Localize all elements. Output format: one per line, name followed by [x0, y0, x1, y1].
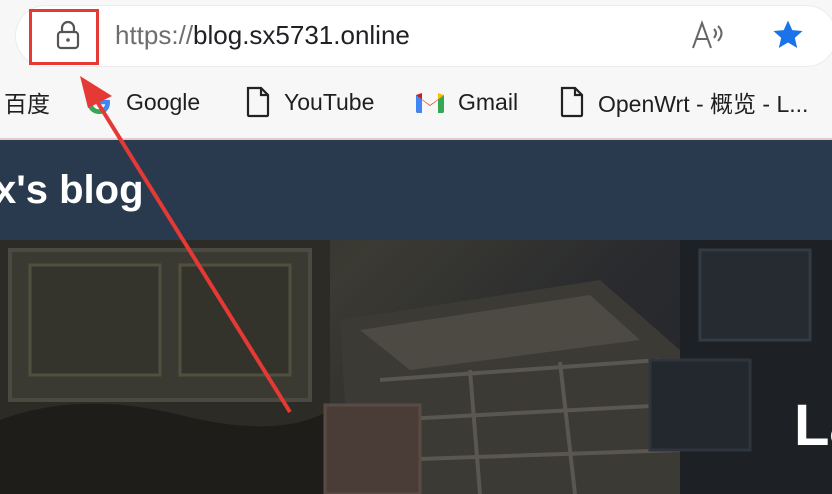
browser-toolbar: https://blog.sx5731.online: [0, 0, 832, 76]
hero-background: [0, 240, 832, 494]
bookmark-label: OpenWrt - 概览 - L...: [598, 91, 809, 117]
bookmark-gmail[interactable]: Gmail: [414, 76, 518, 128]
hero-heading: La: [794, 393, 832, 458]
url-host: blog.sx5731.online: [193, 20, 410, 50]
blog-title[interactable]: x's blog: [0, 168, 144, 213]
blog-header: x's blog: [0, 140, 832, 240]
bookmark-google[interactable]: Google: [84, 76, 200, 128]
bookmark-label: Google: [126, 88, 201, 115]
url-text[interactable]: https://blog.sx5731.online: [115, 18, 410, 52]
bookmark-youtube[interactable]: YouTube: [244, 76, 374, 128]
star-icon[interactable]: [770, 18, 806, 57]
bookmark-openwrt[interactable]: OpenWrt - 概览 - L...: [558, 76, 808, 128]
bookmark-label: Gmail: [458, 88, 519, 115]
browser-screenshot: https://blog.sx5731.online 百度 Google You…: [0, 0, 832, 494]
bookmark-label: YouTube: [284, 88, 375, 115]
url-scheme: https://: [115, 20, 194, 50]
hero-image: La: [0, 240, 832, 494]
gmail-icon: [414, 89, 446, 115]
read-aloud-icon[interactable]: [690, 20, 726, 55]
bookmark-baidu[interactable]: 百度: [4, 76, 50, 128]
bookmarks-bar: 百度 Google YouTube Gmail OpenWrt - 概览 - L…: [0, 76, 832, 140]
page-icon: [244, 85, 272, 119]
google-icon: [84, 87, 114, 117]
page-icon: [558, 85, 586, 119]
lock-icon[interactable]: [55, 20, 81, 55]
bookmark-label: 百度: [4, 91, 50, 117]
